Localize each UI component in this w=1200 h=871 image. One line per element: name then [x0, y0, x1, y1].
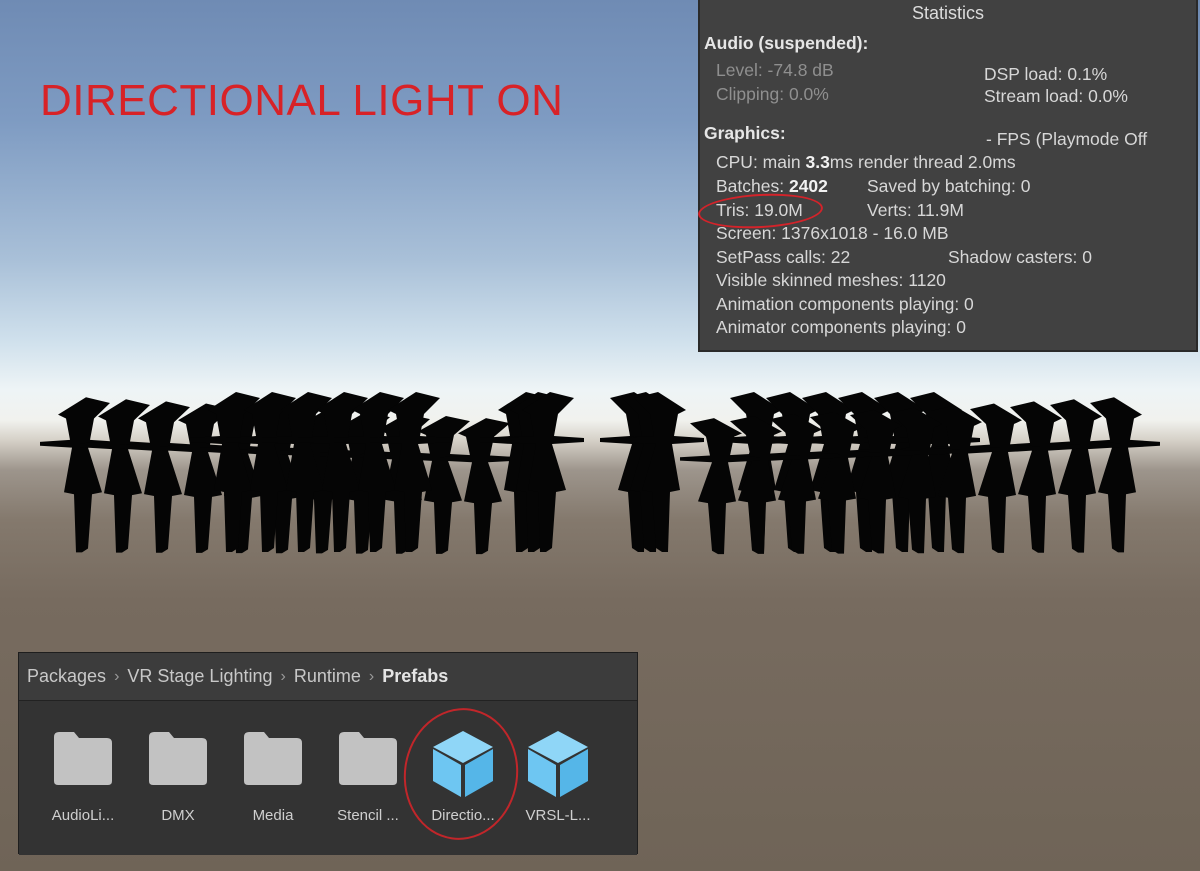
folder-icon — [244, 732, 302, 785]
animation-components-readout: Animation components playing: 0 — [716, 294, 974, 314]
character-silhouettes — [40, 392, 1160, 555]
asset-item-stencil[interactable]: Stencil ... — [322, 721, 414, 841]
asset-label: Media — [252, 807, 294, 824]
asset-item-vrsl-prefab[interactable]: VRSL-L... — [512, 721, 604, 841]
fps-readout: - FPS (Playmode Off — [986, 129, 1148, 149]
breadcrumb-packages[interactable]: Packages — [27, 666, 106, 687]
breadcrumb-prefabs[interactable]: Prefabs — [382, 666, 448, 687]
audio-level: Level: -74.8 dB — [716, 60, 834, 80]
breadcrumb-separator-icon: › — [114, 667, 120, 685]
statistics-panel: Statistics Audio (suspended): Level: -74… — [698, 0, 1198, 352]
cpu-suffix: ms render thread 2.0ms — [829, 152, 1016, 172]
project-browser: Packages › VR Stage Lighting › Runtime ›… — [18, 652, 638, 855]
breadcrumb-vr-stage-lighting[interactable]: VR Stage Lighting — [127, 666, 272, 687]
dsp-load: DSP load: 0.1% — [984, 64, 1108, 84]
asset-item-dmx[interactable]: DMX — [132, 721, 224, 841]
setpass-readout: SetPass calls: 22 — [716, 247, 851, 267]
animator-components-readout: Animator components playing: 0 — [716, 317, 966, 337]
verts-readout: Verts: 11.9M — [867, 200, 964, 220]
asset-item-media[interactable]: Media — [227, 721, 319, 841]
audio-section-title: Audio (suspended): — [704, 33, 869, 53]
breadcrumb-separator-icon: › — [280, 667, 286, 685]
asset-grid: AudioLi... DMX Media Stencil ... Directi… — [19, 701, 637, 855]
stream-load: Stream load: 0.0% — [984, 86, 1128, 106]
shadow-casters-readout: Shadow casters: 0 — [948, 247, 1092, 267]
breadcrumb: Packages › VR Stage Lighting › Runtime ›… — [19, 653, 637, 701]
graphics-section-title: Graphics: — [704, 123, 786, 143]
prefab-icon — [528, 731, 588, 797]
folder-icon — [339, 732, 397, 785]
breadcrumb-separator-icon: › — [368, 667, 375, 685]
asset-label: VRSL-L... — [525, 807, 591, 824]
folder-icon — [149, 732, 207, 785]
statistics-header: Statistics — [911, 3, 985, 23]
directional-light-caption: DIRECTIONAL LIGHT ON — [40, 76, 564, 125]
asset-label: Stencil ... — [337, 807, 399, 824]
batches-value: 2402 — [788, 176, 828, 196]
cpu-main-value: 3.3 — [805, 152, 830, 172]
asset-label: AudioLi... — [51, 807, 115, 824]
cpu-readout: CPU: main 3.3ms render thread 2.0ms — [716, 152, 1016, 173]
folder-icon — [54, 732, 112, 785]
saved-by-batching: Saved by batching: 0 — [867, 176, 1031, 196]
asset-item-audiolink[interactable]: AudioLi... — [37, 721, 129, 841]
cpu-prefix: CPU: main — [716, 152, 806, 172]
skinned-meshes-readout: Visible skinned meshes: 1120 — [716, 270, 946, 290]
breadcrumb-runtime[interactable]: Runtime — [294, 666, 361, 687]
audio-clipping: Clipping: 0.0% — [716, 84, 829, 104]
asset-label: DMX — [161, 807, 195, 824]
